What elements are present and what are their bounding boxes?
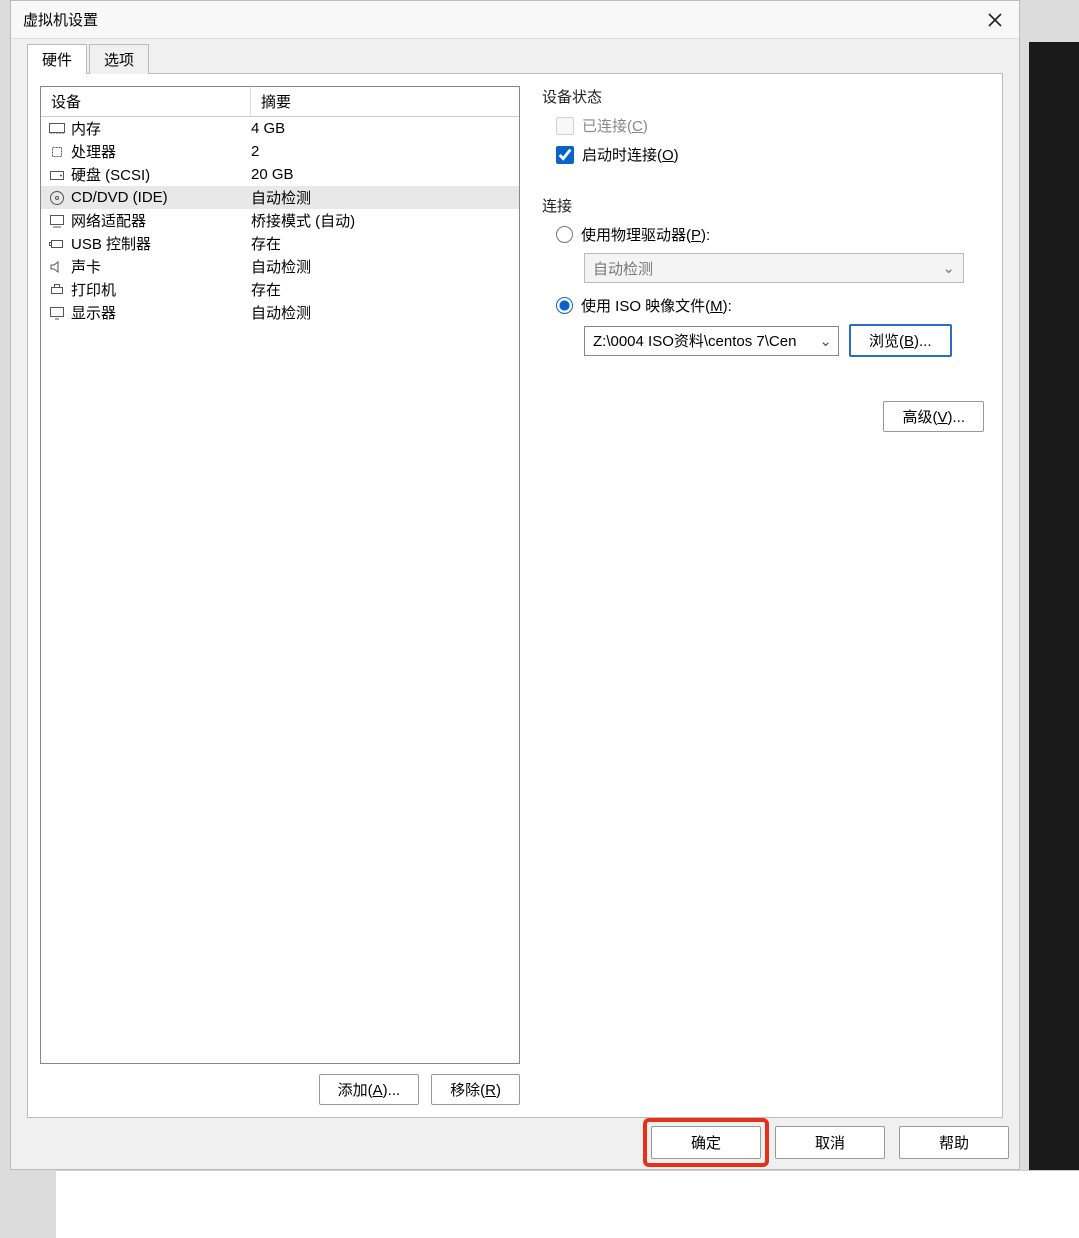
connect-at-poweron-label: 启动时连接(O)	[582, 144, 679, 165]
memory-icon	[47, 119, 67, 139]
device-row[interactable]: USB 控制器存在	[41, 232, 519, 255]
device-row[interactable]: 打印机存在	[41, 278, 519, 301]
device-row[interactable]: 显示器自动检测	[41, 301, 519, 324]
tab-panel: 设备 摘要 内存4 GB处理器2硬盘 (SCSI)20 GBCD/DVD (ID…	[27, 73, 1003, 1118]
cancel-button[interactable]: 取消	[775, 1126, 885, 1159]
iso-file-radio[interactable]	[556, 297, 573, 314]
chevron-down-icon: ⌄	[819, 332, 832, 350]
close-button[interactable]	[981, 6, 1009, 34]
tab-hardware[interactable]: 硬件	[27, 44, 87, 74]
usb-icon	[47, 234, 67, 254]
device-status-group: 设备状态 已连接(C) 启动时连接(O)	[542, 86, 984, 173]
device-row[interactable]: 声卡自动检测	[41, 255, 519, 278]
device-table: 设备 摘要 内存4 GB处理器2硬盘 (SCSI)20 GBCD/DVD (ID…	[40, 86, 520, 1064]
physical-drive-label: 使用物理驱动器(P):	[581, 224, 710, 245]
connect-at-poweron-row[interactable]: 启动时连接(O)	[556, 144, 984, 165]
left-column: 设备 摘要 内存4 GB处理器2硬盘 (SCSI)20 GBCD/DVD (ID…	[40, 86, 520, 1105]
right-column: 设备状态 已连接(C) 启动时连接(O)	[536, 86, 990, 1105]
device-summary: 自动检测	[251, 256, 513, 277]
cpu-icon	[47, 142, 67, 162]
connected-checkbox	[556, 117, 574, 135]
device-name: 显示器	[71, 302, 251, 323]
device-name: USB 控制器	[71, 233, 251, 254]
help-button[interactable]: 帮助	[899, 1126, 1009, 1159]
disc-icon	[47, 188, 67, 208]
ok-button[interactable]: 确定	[651, 1126, 761, 1159]
table-buttons: 添加(A)... 移除(R)	[40, 1074, 520, 1105]
device-row[interactable]: 网络适配器桥接模式 (自动)	[41, 209, 519, 232]
advanced-row: 高级(V)...	[542, 401, 984, 432]
connected-label: 已连接(C)	[582, 115, 648, 136]
device-row[interactable]: 硬盘 (SCSI)20 GB	[41, 163, 519, 186]
printer-icon	[47, 280, 67, 300]
advanced-button[interactable]: 高级(V)...	[883, 401, 984, 432]
browse-button[interactable]: 浏览(B)...	[849, 324, 952, 357]
sound-icon	[47, 257, 67, 277]
col-header-device[interactable]: 设备	[41, 87, 251, 116]
titlebar: 虚拟机设置	[11, 1, 1019, 39]
tabs: 硬件 选项	[11, 39, 1019, 73]
physical-drive-radio-row[interactable]: 使用物理驱动器(P):	[556, 224, 984, 245]
tab-options[interactable]: 选项	[89, 44, 149, 74]
window-title: 虚拟机设置	[23, 9, 98, 30]
net-icon	[47, 211, 67, 231]
device-summary: 自动检测	[251, 302, 513, 323]
dialog-footer: 确定 取消 帮助	[11, 1126, 1019, 1169]
connect-at-poweron-checkbox[interactable]	[556, 146, 574, 164]
connection-group: 连接 使用物理驱动器(P): 自动检测 ⌄	[542, 195, 984, 369]
device-row[interactable]: 内存4 GB	[41, 117, 519, 140]
device-summary: 2	[251, 143, 513, 160]
device-summary: 存在	[251, 279, 513, 300]
device-summary: 存在	[251, 233, 513, 254]
background-dark-strip	[1029, 42, 1079, 1238]
hdd-icon	[47, 165, 67, 185]
physical-drive-select: 自动检测 ⌄	[584, 253, 964, 283]
device-name: 内存	[71, 118, 251, 139]
iso-file-radio-row[interactable]: 使用 ISO 映像文件(M):	[556, 295, 984, 316]
add-button[interactable]: 添加(A)...	[319, 1074, 420, 1105]
device-name: 处理器	[71, 141, 251, 162]
close-icon	[988, 13, 1002, 27]
device-name: 网络适配器	[71, 210, 251, 231]
device-summary: 自动检测	[251, 187, 513, 208]
chevron-down-icon: ⌄	[942, 259, 955, 277]
iso-path-combobox[interactable]: Z:\0004 ISO资料\centos 7\Cen ⌄	[584, 326, 839, 356]
device-table-header: 设备 摘要	[41, 87, 519, 117]
display-icon	[47, 303, 67, 323]
device-summary: 4 GB	[251, 120, 513, 137]
device-name: 声卡	[71, 256, 251, 277]
device-name: 硬盘 (SCSI)	[71, 164, 251, 185]
col-header-summary[interactable]: 摘要	[251, 87, 519, 116]
remove-button[interactable]: 移除(R)	[431, 1074, 520, 1105]
device-status-title: 设备状态	[542, 86, 984, 107]
device-summary: 20 GB	[251, 166, 513, 183]
vm-settings-dialog: 虚拟机设置 硬件 选项 设备 摘要 内存4 GB处理器2硬盘 (SCSI)20 …	[10, 0, 1020, 1170]
connected-checkbox-row: 已连接(C)	[556, 115, 984, 136]
device-name: CD/DVD (IDE)	[71, 189, 251, 206]
physical-drive-radio[interactable]	[556, 226, 573, 243]
device-table-body: 内存4 GB处理器2硬盘 (SCSI)20 GBCD/DVD (IDE)自动检测…	[41, 117, 519, 1063]
device-summary: 桥接模式 (自动)	[251, 210, 513, 231]
device-row[interactable]: 处理器2	[41, 140, 519, 163]
iso-file-label: 使用 ISO 映像文件(M):	[581, 295, 732, 316]
connection-title: 连接	[542, 195, 984, 216]
device-name: 打印机	[71, 279, 251, 300]
device-row[interactable]: CD/DVD (IDE)自动检测	[41, 186, 519, 209]
background-bottom-strip	[56, 1170, 1079, 1238]
